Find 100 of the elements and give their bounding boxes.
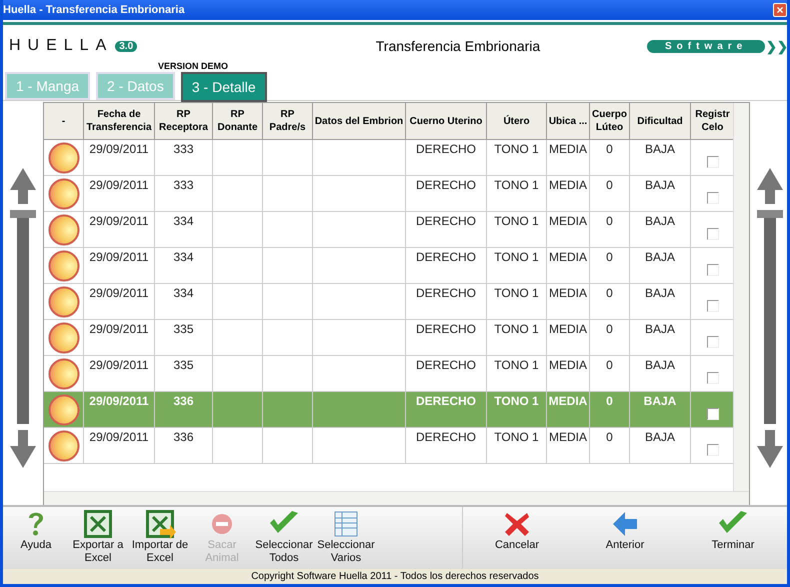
checkbox[interactable] [706, 300, 718, 312]
embryo-icon [48, 250, 80, 282]
table-row[interactable]: 29/09/2011 336 DERECHO TONO 1 MEDIA 0 BAJA [44, 428, 733, 464]
table-cell: 29/09/2011 [89, 322, 149, 336]
table-cell: DERECHO [416, 214, 476, 228]
toolbar-button[interactable]: Exportar a Excel [69, 509, 127, 565]
table-cell: 29/09/2011 [89, 286, 149, 300]
column-header[interactable]: Cuerno Uterino [406, 103, 487, 140]
column-header[interactable]: Cuerpo Lúteo [590, 103, 630, 140]
table-cell: 334 [173, 214, 194, 228]
table-cell: 0 [606, 430, 613, 444]
table-cell: MEDIA [548, 250, 587, 264]
embryo-icon [48, 322, 80, 354]
table-cell: MEDIA [548, 322, 587, 336]
scroll-arrows-drawing[interactable] [9, 168, 37, 468]
table-row[interactable]: 29/09/2011 334 DERECHO TONO 1 MEDIA 0 BAJA [44, 284, 733, 320]
toolbar-button[interactable]: Importar de Excel [131, 509, 189, 565]
table-cell: 0 [606, 250, 613, 264]
table-cell: TONO 1 [494, 250, 539, 264]
toolbar-button[interactable]: Cancelar [488, 509, 546, 552]
table-cell: 29/09/2011 [89, 250, 149, 264]
toolbar-button[interactable]: Anterior [596, 509, 654, 552]
checkbox[interactable] [706, 156, 718, 168]
table-cell: 335 [173, 358, 194, 372]
vertical-scrollbar[interactable] [733, 103, 749, 491]
column-header[interactable]: RP Padre/s [263, 103, 313, 140]
table-cell: 0 [606, 322, 613, 336]
table-cell: DERECHO [416, 358, 476, 372]
table-cell: DERECHO [416, 430, 476, 444]
table-cell: TONO 1 [494, 358, 539, 372]
table-row[interactable]: 29/09/2011 333 DERECHO TONO 1 MEDIA 0 BAJA [44, 140, 733, 176]
toolbar-button[interactable]: Ayuda [7, 509, 65, 552]
table-cell: 333 [173, 178, 194, 192]
table-cell: MEDIA [548, 178, 587, 192]
column-header[interactable]: Ubica ... [547, 103, 590, 140]
table-cell: 29/09/2011 [89, 430, 149, 444]
column-header[interactable]: Fecha de Transferencia [84, 103, 155, 140]
chevrons-text: ❯❯ [766, 38, 787, 54]
checkbox[interactable] [706, 372, 718, 384]
checkbox[interactable] [706, 228, 718, 240]
toolbar-button[interactable]: Terminar [704, 509, 762, 552]
logo-text: HUELLA [9, 37, 114, 55]
window-title: Huella - Transferencia Embrionaria [3, 4, 185, 16]
table-cell: TONO 1 [494, 394, 539, 408]
table-cell: 29/09/2011 [89, 178, 149, 192]
table-cell: 0 [606, 286, 613, 300]
table-cell: 0 [606, 178, 613, 192]
checkbox[interactable] [706, 444, 718, 456]
checkbox[interactable] [706, 336, 718, 348]
version-demo-label: VERSION DEMO [158, 61, 228, 71]
toolbar-button[interactable]: Seleccionar Todos [255, 509, 313, 565]
table-cell: 29/09/2011 [89, 358, 149, 372]
column-header[interactable]: Datos del Embrion [313, 103, 406, 140]
table-cell: 0 [606, 358, 613, 372]
embryo-icon [48, 358, 80, 390]
column-header[interactable]: Dificultad [630, 103, 691, 140]
table-cell: BAJA [644, 214, 675, 228]
table-cell: DERECHO [416, 178, 476, 192]
table-cell: MEDIA [548, 142, 587, 156]
table-cell: 334 [173, 250, 194, 264]
table-cell: BAJA [644, 358, 675, 372]
table-cell: BAJA [644, 394, 676, 408]
checkbox[interactable] [706, 192, 718, 204]
version-badge: 3.0 [115, 40, 138, 52]
table-cell: DERECHO [416, 322, 476, 336]
column-header[interactable]: Útero [487, 103, 547, 140]
tab[interactable]: 3 - Detalle [180, 72, 267, 102]
scroll-arrows-drawing[interactable] [756, 168, 784, 468]
table-cell: DERECHO [416, 250, 476, 264]
page-title: Transferencia Embrionaria [376, 38, 540, 54]
table-cell: DERECHO [416, 394, 476, 408]
table-cell: 0 [606, 214, 613, 228]
embryo-icon [48, 214, 80, 246]
table-cell: BAJA [644, 178, 675, 192]
table-cell: TONO 1 [494, 430, 539, 444]
column-header[interactable]: - [44, 103, 84, 140]
table-row[interactable]: 29/09/2011 334 DERECHO TONO 1 MEDIA 0 BAJA [44, 248, 733, 284]
copyright-text: Copyright Software Huella 2011 - Todos los derechos reservados [3, 569, 787, 584]
toolbar-button[interactable]: Seleccionar Varios [317, 509, 375, 565]
table-cell: 29/09/2011 [89, 142, 149, 156]
column-header[interactable]: RP Receptora [155, 103, 213, 140]
column-header[interactable]: RP Donante [213, 103, 263, 140]
table-cell: MEDIA [548, 286, 587, 300]
table-cell: 0 [606, 142, 613, 156]
horizontal-scrollbar[interactable] [44, 491, 749, 505]
close-button[interactable]: × [773, 3, 787, 17]
table-cell: BAJA [644, 286, 675, 300]
table-cell: 333 [173, 142, 194, 156]
software-badge: Software [646, 40, 766, 52]
table-cell: 334 [173, 286, 194, 300]
table-cell: DERECHO [416, 142, 476, 156]
table-cell: BAJA [644, 142, 675, 156]
checkbox[interactable] [706, 408, 718, 420]
table-cell: BAJA [644, 250, 675, 264]
table-row[interactable]: 29/09/2011 334 DERECHO TONO 1 MEDIA 0 BAJA [44, 212, 733, 248]
table-row[interactable]: 29/09/2011 335 DERECHO TONO 1 MEDIA 0 BAJA [44, 320, 733, 356]
checkbox[interactable] [706, 264, 718, 276]
table-cell: TONO 1 [494, 286, 539, 300]
table-cell: MEDIA [548, 430, 587, 444]
table-row[interactable]: 29/09/2011 333 DERECHO TONO 1 MEDIA 0 BAJA [44, 176, 733, 212]
